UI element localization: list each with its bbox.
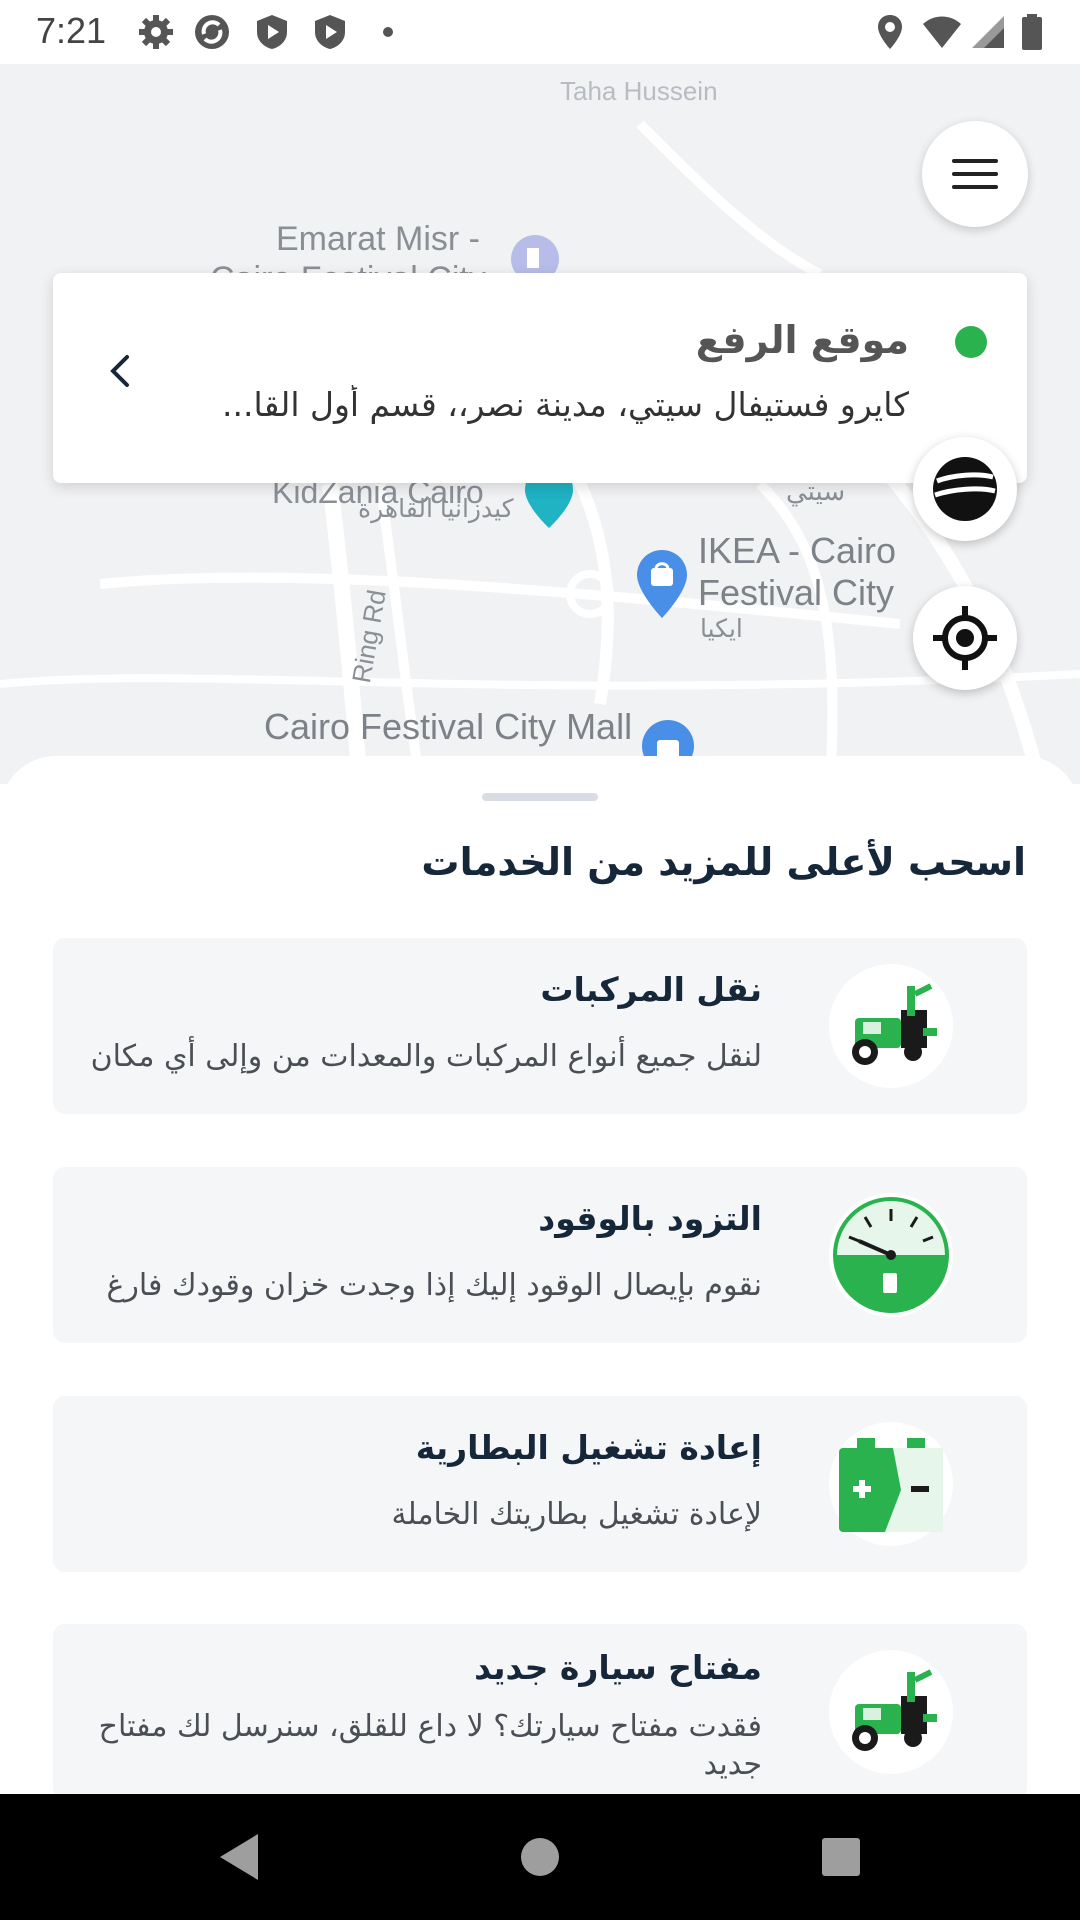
tow-truck-icon <box>829 964 953 1088</box>
service-description: فقدت مفتاح سيارتك؟ لا داع للقلق، سنرسل ل… <box>98 1709 762 1782</box>
service-description: نقوم بإيصال الوقود إليك إذا وجدت خزان وق… <box>106 1268 762 1303</box>
hamburger-icon <box>952 159 998 189</box>
back-triangle-icon[interactable] <box>214 1830 264 1884</box>
signal-icon <box>972 16 1004 48</box>
shield-icon <box>315 15 345 49</box>
map-label-ikea: IKEA - Cairo <box>698 530 897 571</box>
services-bottom-sheet[interactable]: اسحب لأعلى للمزيد من الخدمات نقل المركبا… <box>0 756 1080 1794</box>
shopping-pin-icon <box>637 550 687 618</box>
home-circle-icon[interactable] <box>515 1832 565 1882</box>
dot-icon <box>383 27 393 37</box>
service-title: نقل المركبات <box>540 970 762 1009</box>
pickup-label: موقع الرفع <box>695 318 909 362</box>
battery-icon <box>829 1422 953 1546</box>
chevron-left-icon[interactable] <box>101 351 141 391</box>
service-description: لإعادة تشغيل بطاريتك الخاملة <box>391 1497 762 1532</box>
fuel-gauge-icon <box>829 1193 953 1317</box>
map-label-mall: Cairo Festival City Mall <box>264 706 633 747</box>
recents-square-icon[interactable] <box>816 1832 866 1882</box>
pickup-status-dot <box>955 326 987 358</box>
status-bar: 7:21 <box>0 0 1080 64</box>
status-time: 7:21 <box>36 10 107 51</box>
service-card-fuel-delivery[interactable]: التزود بالوقود نقوم بإيصال الوقود إليك إ… <box>53 1167 1027 1343</box>
map-label-taha-hussein: Taha Hussein <box>560 76 718 106</box>
service-card-new-car-key[interactable]: مفتاح سيارة جديد فقدت مفتاح سيارتك؟ لا د… <box>53 1624 1027 1794</box>
map-label-emarat-misr: Emarat Misr - <box>276 220 480 258</box>
service-title: إعادة تشغيل البطارية <box>415 1428 762 1467</box>
service-card-battery-jump[interactable]: إعادة تشغيل البطارية لإعادة تشغيل بطاريت… <box>53 1396 1027 1572</box>
system-nav-bar <box>0 1794 1080 1920</box>
pickup-address: كايرو فستيفال سيتي، مدينة نصر،، قسم أول … <box>222 385 909 424</box>
service-title: التزود بالوقود <box>538 1199 762 1238</box>
map-label-ikea-line2: Festival City <box>698 572 895 613</box>
map-label-kidzania-ar: كيدزانيا القاهرة <box>358 495 514 523</box>
sheet-title: اسحب لأعلى للمزيد من الخدمات <box>421 840 1026 884</box>
globe-icon <box>933 457 997 521</box>
service-card-vehicle-transport[interactable]: نقل المركبات لنقل جميع أنواع المركبات وا… <box>53 938 1027 1114</box>
service-description: لنقل جميع أنواع المركبات والمعدات من وإل… <box>90 1039 762 1074</box>
service-title: مفتاح سيارة جديد <box>474 1648 762 1687</box>
map-layer-button[interactable] <box>913 437 1017 541</box>
battery-icon <box>1022 14 1042 50</box>
tow-truck-icon <box>829 1650 953 1774</box>
sync-icon <box>195 15 229 49</box>
crosshair-icon <box>933 606 997 670</box>
menu-button[interactable] <box>922 121 1028 227</box>
pickup-location-card[interactable]: موقع الرفع كايرو فستيفال سيتي، مدينة نصر… <box>53 273 1027 483</box>
map-label-ikea-ar: ايكيا <box>700 615 743 643</box>
wifi-icon <box>923 16 961 48</box>
my-location-button[interactable] <box>913 586 1017 690</box>
location-icon <box>878 15 902 49</box>
shield-icon <box>257 15 287 49</box>
settings-icon <box>139 15 173 49</box>
sheet-drag-handle[interactable] <box>482 793 598 801</box>
